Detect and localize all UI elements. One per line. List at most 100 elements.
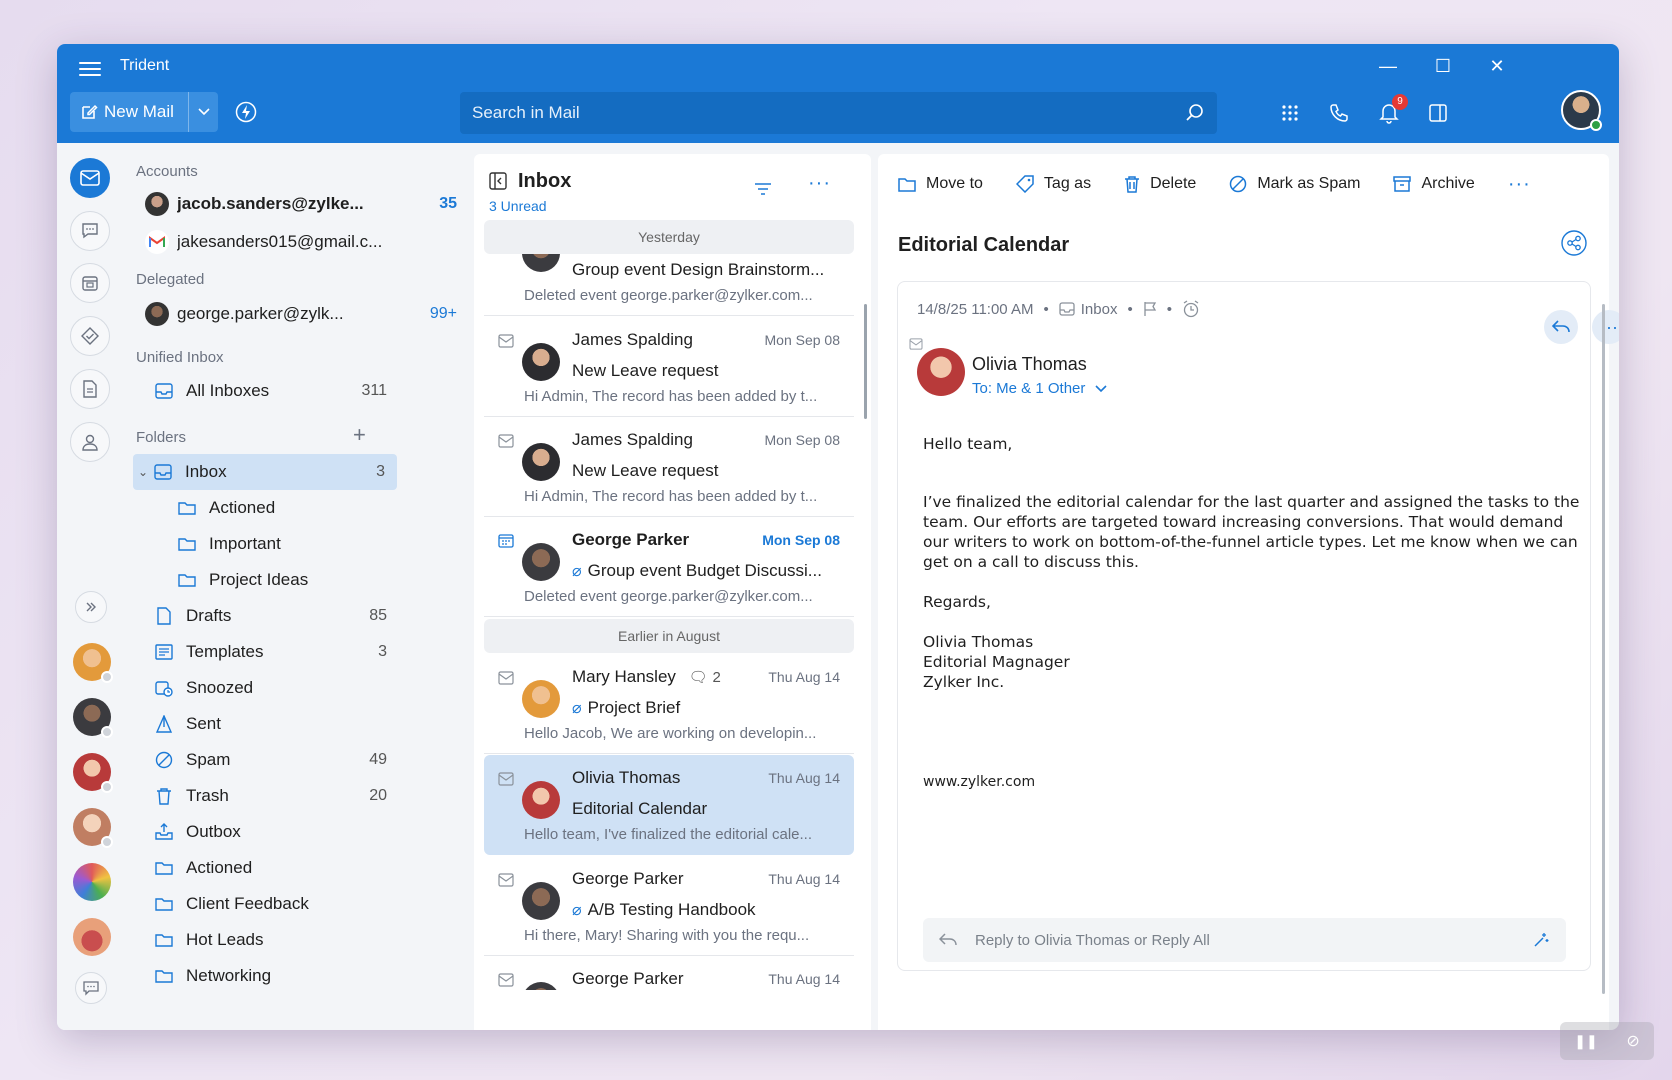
- mail-item-selected[interactable]: Olivia Thomas Thu Aug 14 Editorial Calen…: [484, 755, 854, 855]
- new-mail-dropdown[interactable]: [188, 92, 218, 132]
- account-item[interactable]: george.parker@zylk... 99+: [145, 299, 457, 329]
- folder-client-feedback[interactable]: Client Feedback: [154, 886, 399, 922]
- move-to-label: Move to: [926, 175, 983, 192]
- sender-avatar[interactable]: [917, 348, 965, 396]
- quick-actions-icon[interactable]: [235, 101, 257, 123]
- mail-sender-row: Mary Hansley 🗨 2: [572, 667, 721, 687]
- chat-app-button[interactable]: [70, 211, 110, 251]
- move-to-button[interactable]: Move to: [898, 175, 983, 193]
- folder-spam[interactable]: Spam 49: [154, 742, 399, 778]
- envelope-icon[interactable]: [498, 973, 514, 987]
- sender-name[interactable]: Olivia Thomas: [972, 354, 1087, 375]
- folder-snoozed[interactable]: Snoozed: [154, 670, 399, 706]
- folder-networking[interactable]: Networking: [154, 958, 399, 994]
- chevron-down-icon[interactable]: ⌄: [133, 465, 153, 479]
- search-icon[interactable]: [1185, 103, 1205, 123]
- mail-item[interactable]: George Parker Mon Sep 08 ⌀ Group event B…: [484, 517, 854, 617]
- envelope-icon[interactable]: [498, 434, 514, 448]
- more-options-icon[interactable]: ···: [808, 172, 831, 195]
- folder-icon: [154, 858, 174, 878]
- alarm-clock-icon[interactable]: [1182, 300, 1200, 318]
- contact-avatar[interactable]: [73, 808, 113, 848]
- account-item[interactable]: jakesanders015@gmail.c...: [145, 227, 457, 257]
- add-folder-icon[interactable]: +: [353, 422, 366, 448]
- templates-icon: [154, 642, 174, 662]
- contact-avatar[interactable]: [73, 753, 113, 793]
- envelope-icon[interactable]: [498, 334, 514, 348]
- folder-templates[interactable]: Templates 3: [154, 634, 399, 670]
- new-mail-button[interactable]: New Mail: [70, 92, 218, 132]
- mail-item[interactable]: James Spalding Mon Sep 08 New Leave requ…: [484, 417, 854, 517]
- folder-actioned-2[interactable]: Actioned: [154, 850, 399, 886]
- filter-icon[interactable]: [754, 182, 772, 196]
- minimize-button[interactable]: —: [1368, 52, 1408, 80]
- account-item[interactable]: jacob.sanders@zylke... 35: [145, 189, 457, 219]
- panel-toggle-icon[interactable]: [1425, 100, 1451, 126]
- quick-reply-input[interactable]: Reply to Olivia Thomas or Reply All: [923, 918, 1566, 962]
- folder-sent[interactable]: Sent: [154, 706, 399, 742]
- folder-important[interactable]: Important: [177, 526, 397, 562]
- close-button[interactable]: ✕: [1477, 52, 1517, 80]
- apps-grid-icon[interactable]: [1277, 100, 1303, 126]
- mail-item[interactable]: Mary Hansley 🗨 2 Thu Aug 14 ⌀ Project Br…: [484, 654, 854, 754]
- mail-item[interactable]: Group event Design Brainstorm... Deleted…: [484, 254, 854, 316]
- delete-button[interactable]: Delete: [1124, 175, 1196, 193]
- mail-item[interactable]: George Parker Thu Aug 14: [484, 956, 854, 990]
- recording-controls[interactable]: ❚❚ ⊘: [1560, 1022, 1654, 1060]
- unread-count[interactable]: 3 Unread: [489, 198, 547, 214]
- mail-list-scrollbar[interactable]: [864, 304, 867, 419]
- folder-drafts[interactable]: Drafts 85: [154, 598, 399, 634]
- title-bar: Trident — ☐ ✕ New Mail Search in Mail 9: [57, 44, 1619, 143]
- reply-button[interactable]: [1544, 310, 1578, 344]
- maximize-button[interactable]: ☐: [1423, 52, 1463, 80]
- group-avatar[interactable]: [73, 863, 111, 901]
- chat-bubble-button[interactable]: [75, 972, 107, 1004]
- contact-avatar[interactable]: [73, 698, 113, 738]
- more-actions-icon[interactable]: ···: [1508, 173, 1531, 196]
- expand-rail-button[interactable]: [75, 591, 107, 623]
- contacts-app-button[interactable]: [70, 422, 110, 462]
- ai-sparkle-icon[interactable]: [1532, 931, 1550, 949]
- flag-icon[interactable]: [1143, 301, 1157, 317]
- notes-app-button[interactable]: [70, 369, 110, 409]
- share-icon[interactable]: [1561, 230, 1587, 256]
- calendar-app-button[interactable]: [70, 263, 110, 303]
- notifications-icon[interactable]: 9: [1376, 94, 1408, 126]
- delegated-label: Delegated: [136, 271, 205, 288]
- envelope-icon[interactable]: [498, 873, 514, 887]
- recipients-toggle[interactable]: To: Me & 1 Other: [972, 380, 1107, 397]
- tag-as-button[interactable]: Tag as: [1015, 175, 1091, 193]
- phone-icon[interactable]: [1326, 100, 1352, 126]
- folder-project-ideas[interactable]: Project Ideas: [177, 562, 397, 598]
- envelope-icon[interactable]: [498, 671, 514, 685]
- all-inboxes-item[interactable]: All Inboxes 311: [154, 373, 399, 409]
- archive-button[interactable]: Archive: [1393, 175, 1475, 193]
- tasks-icon: [81, 327, 99, 345]
- collapse-pane-icon[interactable]: [489, 172, 507, 190]
- tasks-app-button[interactable]: [70, 316, 110, 356]
- calendar-event-icon[interactable]: [498, 534, 514, 548]
- folder-actioned[interactable]: Actioned: [177, 490, 397, 526]
- sig-name: Olivia Thomas: [923, 633, 1034, 651]
- pause-icon[interactable]: ❚❚: [1574, 1033, 1597, 1050]
- folder-hot-leads[interactable]: Hot Leads: [154, 922, 399, 958]
- search-input[interactable]: Search in Mail: [460, 92, 1217, 134]
- envelope-icon[interactable]: [498, 772, 514, 786]
- mark-spam-button[interactable]: Mark as Spam: [1229, 175, 1360, 193]
- folder-trash[interactable]: Trash 20: [154, 778, 399, 814]
- reading-pane-scrollbar[interactable]: [1602, 304, 1605, 994]
- user-avatar[interactable]: [1561, 90, 1602, 131]
- mail-item[interactable]: James Spalding Mon Sep 08 New Leave requ…: [484, 317, 854, 417]
- mail-item[interactable]: George Parker Thu Aug 14 ⌀ A/B Testing H…: [484, 856, 854, 956]
- signature-link[interactable]: www.zylker.com: [923, 772, 1583, 792]
- record-off-icon[interactable]: ⊘: [1626, 1031, 1639, 1051]
- folder-inbox[interactable]: ⌄ Inbox 3: [133, 454, 397, 490]
- mail-app-button[interactable]: [70, 158, 110, 198]
- contact-avatar[interactable]: [73, 643, 113, 683]
- mail-more-button[interactable]: ···: [1592, 310, 1619, 344]
- menu-icon[interactable]: [79, 58, 101, 80]
- mail-folder[interactable]: Inbox: [1081, 301, 1118, 318]
- folder-label: Spam: [186, 750, 231, 769]
- folder-outbox[interactable]: Outbox: [154, 814, 399, 850]
- group-avatar[interactable]: [73, 918, 111, 956]
